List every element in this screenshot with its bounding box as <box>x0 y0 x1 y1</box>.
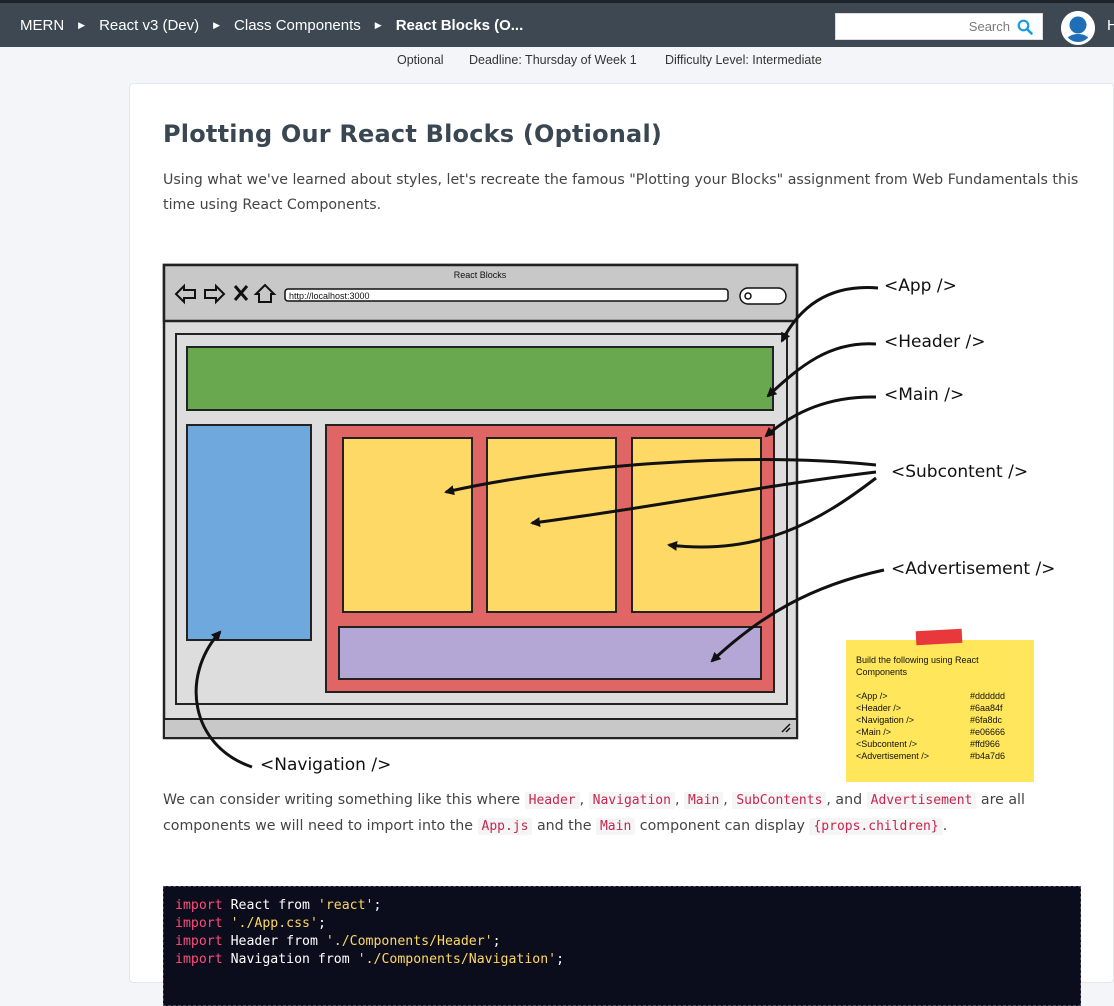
user-icon <box>1061 11 1095 45</box>
navigation-block <box>186 424 312 641</box>
code-advertisement: Advertisement <box>866 792 977 809</box>
header-block <box>186 346 774 411</box>
window-title: React Blocks <box>454 270 507 280</box>
note-row-5-color: #ffd966 <box>970 739 1000 749</box>
label-app: <App /> <box>884 276 957 296</box>
label-main: <Main /> <box>884 385 964 405</box>
paragraph-text: component can display <box>635 818 810 834</box>
optional-tag: Optional <box>397 53 444 67</box>
code-string: './Components/Header' <box>325 934 493 949</box>
code-text: React from <box>222 898 318 913</box>
code-text: ; <box>317 916 326 931</box>
code-subcontents: SubContents <box>732 792 827 809</box>
label-subcontent: <Subcontent /> <box>891 462 1028 482</box>
user-avatar[interactable] <box>1061 11 1095 45</box>
code-keyword: import <box>175 898 223 913</box>
search-box <box>835 13 1043 40</box>
deadline-text: Deadline: Thursday of Week 1 <box>469 53 637 67</box>
code-text: Navigation from <box>222 952 358 967</box>
note-row-6-color: #b4a7d6 <box>970 751 1005 761</box>
code-text: ; <box>492 934 501 949</box>
caret-right-icon: ▶ <box>374 19 382 30</box>
note-row-4-color: #e06666 <box>970 727 1005 737</box>
content-card: Plotting Our React Blocks (Optional) Usi… <box>129 83 1114 1006</box>
note-row-1-color: #dddddd <box>970 691 1005 701</box>
note-row-2-color: #6aa84f <box>970 703 1003 713</box>
user-name[interactable]: H <box>1107 17 1114 34</box>
difficulty-text: Difficulty Level: Intermediate <box>665 53 822 67</box>
code-navigation: Navigation <box>588 792 675 809</box>
paragraph-text: . <box>942 818 948 834</box>
code-app-js: App.js <box>477 818 533 835</box>
paragraph-text: , <box>579 792 589 808</box>
code-block[interactable]: import React from 'react'; import './App… <box>163 886 1081 1006</box>
paragraph-text: components we will need to import into t… <box>163 818 478 834</box>
code-text: ; <box>373 898 382 913</box>
code-text: Header from <box>222 934 326 949</box>
code-line: import React from 'react'; <box>175 897 1080 915</box>
subcontent-block-1 <box>342 437 473 613</box>
note-row-6-component: <Advertisement /> <box>856 751 929 761</box>
components-paragraph-line-1: We can consider writing something like t… <box>163 788 1025 813</box>
sticky-note: Build the following using React Componen… <box>846 628 1034 782</box>
components-paragraph-line-2: components we will need to import into t… <box>163 814 947 839</box>
code-string: 'react' <box>317 898 374 913</box>
code-header: Header <box>524 792 580 809</box>
breadcrumb-item-class-components[interactable]: Class Components <box>234 17 361 34</box>
caret-right-icon: ▶ <box>213 19 221 30</box>
search-icon[interactable] <box>1017 19 1033 40</box>
code-main: Main <box>595 818 636 835</box>
paragraph-text: , and <box>826 792 867 808</box>
breadcrumb: MERN ▶ React v3 (Dev) ▶ Class Components… <box>20 3 523 47</box>
caret-right-icon: ▶ <box>78 19 86 30</box>
code-props-children: {props.children} <box>809 818 943 835</box>
subcontent-block-2 <box>486 437 617 613</box>
note-title-line-1: Build the following using React <box>856 655 979 665</box>
react-blocks-diagram: React Blocks http://localhost:3000 <App … <box>162 263 1055 782</box>
top-navbar: MERN ▶ React v3 (Dev) ▶ Class Components… <box>0 0 1114 47</box>
search-input[interactable] <box>840 17 1010 36</box>
paragraph-text: and the <box>532 818 596 834</box>
note-title-line-2: Components <box>856 667 908 677</box>
note-row-3-component: <Navigation /> <box>856 715 914 725</box>
page-title: Plotting Our React Blocks (Optional) <box>163 120 663 148</box>
address-bar-url: http://localhost:3000 <box>289 291 370 301</box>
label-navigation: <Navigation /> <box>260 755 391 775</box>
label-header: <Header /> <box>884 332 986 352</box>
code-string: './App.css' <box>230 916 318 931</box>
paragraph-text: We can consider writing something like t… <box>163 792 525 808</box>
note-row-5-component: <Subcontent /> <box>856 739 917 749</box>
code-line: import Navigation from './Components/Nav… <box>175 951 1080 969</box>
note-row-3-color: #6fa8dc <box>970 715 1003 725</box>
intro-line-2: time using React Components. <box>163 197 382 213</box>
code-string: './Components/Navigation' <box>357 952 557 967</box>
browser-search-box <box>739 287 787 305</box>
note-row-2-component: <Header /> <box>856 703 901 713</box>
paragraph-text: are all <box>976 792 1025 808</box>
intro-line-1: Using what we've learned about styles, l… <box>163 172 1079 188</box>
code-keyword: import <box>175 916 223 931</box>
breadcrumb-item-react-v3[interactable]: React v3 (Dev) <box>99 17 199 34</box>
paragraph-text: , <box>674 792 684 808</box>
advertisement-block <box>338 626 762 680</box>
breadcrumb-item-mern[interactable]: MERN <box>20 17 64 34</box>
code-text: ; <box>556 952 565 967</box>
label-advertisement: <Advertisement /> <box>891 559 1055 579</box>
note-row-4-component: <Main /> <box>856 727 891 737</box>
code-line: import './App.css'; <box>175 915 1080 933</box>
paragraph-text: , <box>723 792 733 808</box>
note-row-1-component: <App /> <box>856 691 888 701</box>
code-main: Main <box>683 792 724 809</box>
breadcrumb-item-current: React Blocks (O... <box>395 16 524 34</box>
code-keyword: import <box>175 934 223 949</box>
code-line: import Header from './Components/Header'… <box>175 933 1080 951</box>
code-keyword: import <box>175 952 223 967</box>
